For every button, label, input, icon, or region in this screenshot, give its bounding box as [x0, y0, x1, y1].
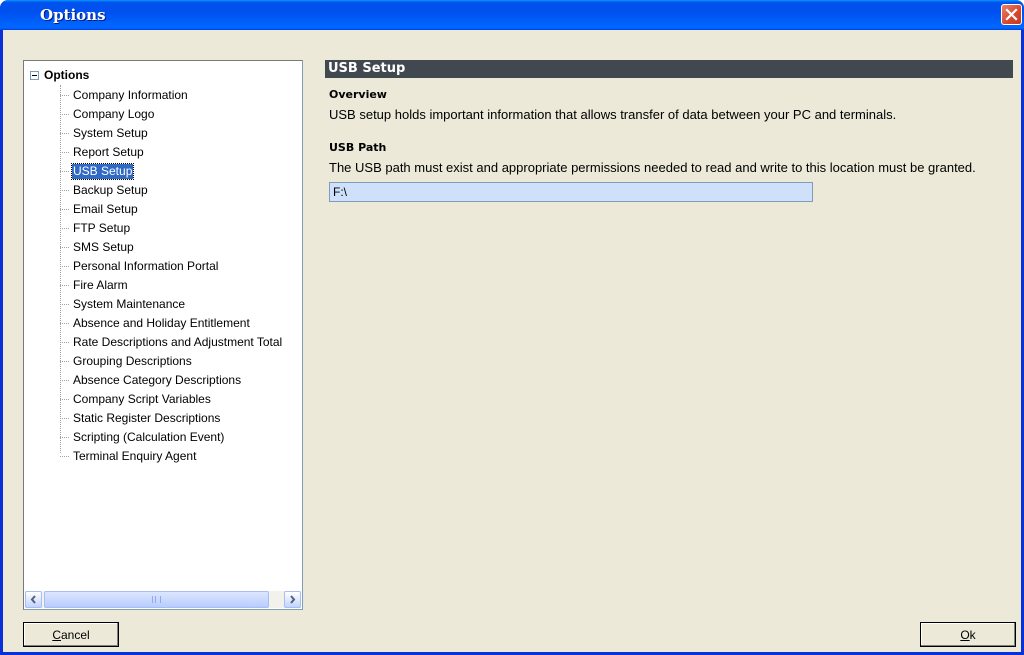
- tree-item-label: SMS Setup: [73, 240, 134, 254]
- tree-item-label: Company Script Variables: [73, 392, 211, 406]
- tree-branch-line: [60, 361, 69, 362]
- tree-item-label: USB Setup: [70, 163, 135, 180]
- tree-branch-line: [60, 95, 69, 96]
- usb-path-heading: USB Path: [329, 141, 387, 154]
- tree-branch-line: [60, 152, 69, 153]
- tree-item-label: Absence and Holiday Entitlement: [73, 316, 250, 330]
- window-title: Options: [40, 6, 106, 24]
- scroll-right-button[interactable]: [284, 591, 301, 608]
- tree-items: Company Information Company Logo System Se…: [60, 86, 283, 466]
- tree-item[interactable]: Terminal Enquiry Agent: [60, 447, 283, 466]
- ok-mnemonic: O: [960, 627, 970, 642]
- tree-item[interactable]: Company Logo: [60, 105, 283, 124]
- horizontal-scrollbar[interactable]: [25, 591, 301, 608]
- section-title: USB Setup: [325, 60, 1013, 78]
- tree-item-label: Company Logo: [73, 107, 155, 121]
- tree-branch-line: [60, 171, 69, 172]
- close-button[interactable]: [1001, 4, 1022, 25]
- tree-item-label: System Maintenance: [73, 297, 186, 311]
- tree-branch-line: [60, 437, 69, 438]
- tree-item[interactable]: Scripting (Calculation Event): [60, 428, 283, 447]
- tree-item-label: Scripting (Calculation Event): [73, 430, 225, 444]
- tree-item-label: FTP Setup: [73, 221, 131, 235]
- tree-item-label: Report Setup: [73, 145, 144, 159]
- tree-item[interactable]: Fire Alarm: [60, 276, 283, 295]
- usb-path-text: The USB path must exist and appropriate …: [329, 160, 976, 175]
- ok-button[interactable]: Ok: [920, 622, 1016, 647]
- close-icon: [1005, 8, 1018, 21]
- usb-path-input[interactable]: [329, 182, 813, 202]
- tree-branch-line: [60, 209, 69, 210]
- chevron-left-icon: [30, 595, 36, 604]
- grip-icon: [152, 596, 161, 603]
- tree-branch-line: [60, 418, 69, 419]
- tree-item-label: Absence Category Descriptions: [73, 373, 242, 387]
- tree-item[interactable]: Absence and Holiday Entitlement: [60, 314, 283, 333]
- tree-item-label: Static Register Descriptions: [73, 411, 221, 425]
- tree-item[interactable]: System Setup: [60, 124, 283, 143]
- tree-branch-line: [60, 114, 69, 115]
- tree-item-label: Personal Information Portal: [73, 259, 219, 273]
- scroll-left-button[interactable]: [25, 591, 42, 608]
- tree-item[interactable]: Static Register Descriptions: [60, 409, 283, 428]
- tree-item[interactable]: Absence Category Descriptions: [60, 371, 283, 390]
- tree-branch-line: [60, 399, 69, 400]
- collapse-icon[interactable]: [30, 70, 39, 80]
- tree-item[interactable]: Company Script Variables: [60, 390, 283, 409]
- tree-item[interactable]: Company Information: [60, 86, 283, 105]
- tree-item[interactable]: Personal Information Portal: [60, 257, 283, 276]
- tree-item-label: Backup Setup: [73, 183, 148, 197]
- tree-item-label: Company Information: [73, 88, 188, 102]
- tree-item[interactable]: Rate Descriptions and Adjustment Total: [60, 333, 283, 352]
- chevron-right-icon: [290, 595, 296, 604]
- tree-item-label: Email Setup: [73, 202, 138, 216]
- cancel-button[interactable]: Cancel: [23, 622, 119, 647]
- tree-branch-line: [60, 228, 69, 229]
- tree-branch-line: [60, 285, 69, 286]
- tree-branch-line: [60, 342, 69, 343]
- tree-item[interactable]: SMS Setup: [60, 238, 283, 257]
- tree-branch-line: [60, 323, 69, 324]
- tree-root-label: Options: [44, 68, 90, 82]
- tree-branch-line: [60, 456, 69, 457]
- tree-item[interactable]: Backup Setup: [60, 181, 283, 200]
- content-panel: USB Setup Overview USB setup holds impor…: [325, 60, 1015, 202]
- tree-item-label: Rate Descriptions and Adjustment Total: [73, 335, 283, 349]
- cancel-label: ancel: [60, 627, 90, 642]
- scroll-thumb[interactable]: [44, 591, 269, 608]
- tree-item[interactable]: System Maintenance: [60, 295, 283, 314]
- tree-branch-line: [60, 380, 69, 381]
- tree-root[interactable]: Options: [30, 67, 89, 83]
- tree-item-label: System Setup: [73, 126, 148, 140]
- tree-item[interactable]: Grouping Descriptions: [60, 352, 283, 371]
- tree-branch-line: [60, 247, 69, 248]
- tree-branch-line: [60, 133, 69, 134]
- tree-item-label: Grouping Descriptions: [73, 354, 192, 368]
- overview-text: USB setup holds important information th…: [329, 107, 897, 122]
- tree-item[interactable]: Report Setup: [60, 143, 283, 162]
- overview-heading: Overview: [329, 88, 387, 101]
- options-tree[interactable]: Options Company Information Company Logo S…: [23, 60, 303, 610]
- tree-item[interactable]: USB Setup: [60, 162, 283, 181]
- cancel-mnemonic: C: [52, 627, 61, 642]
- tree-branch-line: [60, 304, 69, 305]
- tree-branch-line: [60, 190, 69, 191]
- tree-branch-line: [60, 266, 69, 267]
- tree-item[interactable]: FTP Setup: [60, 219, 283, 238]
- tree-item-label: Fire Alarm: [73, 278, 128, 292]
- title-bar[interactable]: Options: [0, 0, 1024, 30]
- tree-item[interactable]: Email Setup: [60, 200, 283, 219]
- ok-label: k: [969, 627, 976, 642]
- tree-item-label: Terminal Enquiry Agent: [73, 449, 197, 463]
